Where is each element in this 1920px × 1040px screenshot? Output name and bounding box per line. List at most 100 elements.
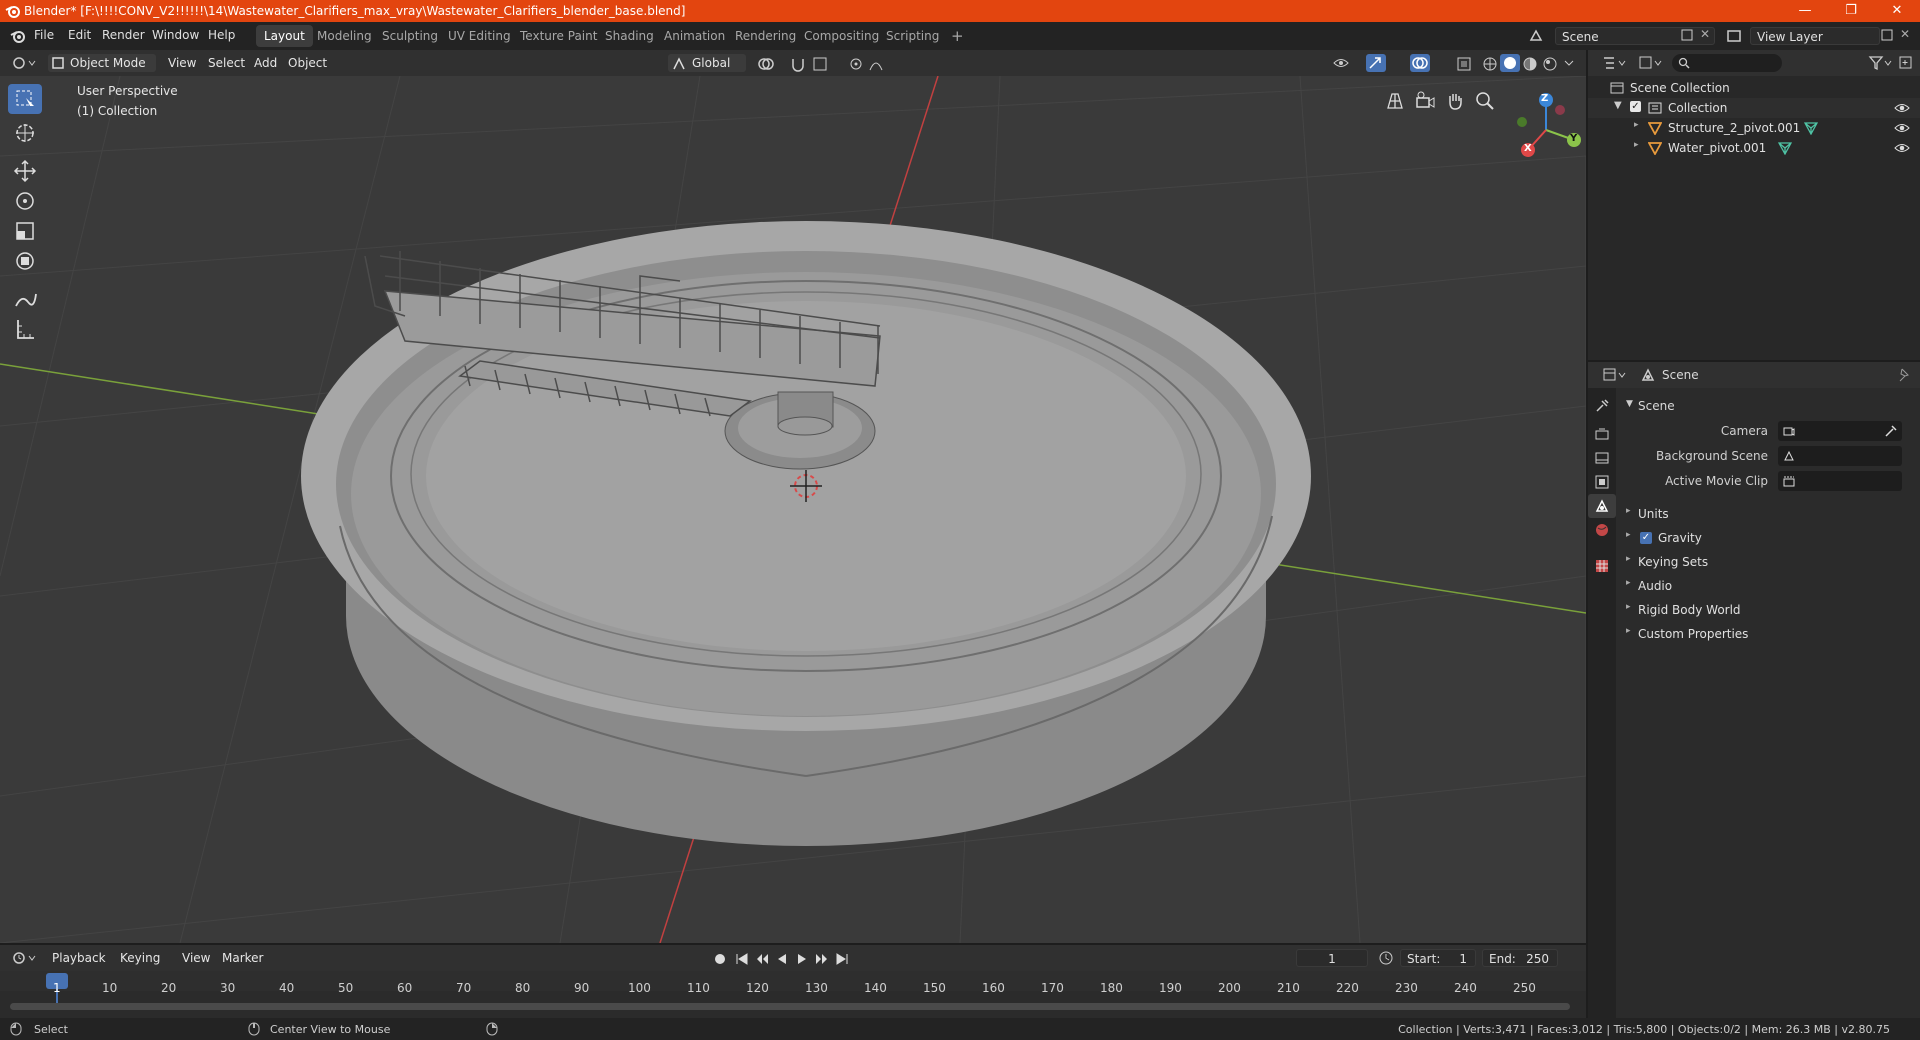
pan-view-icon[interactable] xyxy=(1444,90,1466,112)
audio-panel-header[interactable]: ▸ Audio xyxy=(1620,576,1916,596)
mesh-data-icon[interactable] xyxy=(1804,121,1818,135)
outliner-editor-icon[interactable] xyxy=(1602,55,1628,71)
start-frame-field[interactable]: Start: 1 xyxy=(1400,949,1476,967)
mode-dropdown[interactable]: Object Mode xyxy=(48,54,156,72)
tab-compositing[interactable]: Compositing xyxy=(796,25,887,47)
display-mode-icon[interactable] xyxy=(1638,55,1664,71)
scene-tab-button[interactable] xyxy=(1588,494,1616,518)
delete-view-layer-icon[interactable]: ✕ xyxy=(1900,27,1910,41)
menu-help[interactable]: Help xyxy=(208,28,235,42)
transform-tool[interactable] xyxy=(8,246,42,276)
render-tab-icon[interactable] xyxy=(1594,426,1610,442)
solid-shading-button[interactable] xyxy=(1500,54,1520,72)
play-reverse-icon[interactable] xyxy=(774,951,790,967)
keying-sets-panel-header[interactable]: ▸ Keying Sets xyxy=(1620,552,1916,572)
delete-scene-icon[interactable]: ✕ xyxy=(1700,27,1710,41)
menu-keying[interactable]: Keying xyxy=(120,949,160,967)
new-collection-icon[interactable] xyxy=(1898,55,1914,71)
scale-tool[interactable] xyxy=(8,216,42,246)
close-button[interactable]: ✕ xyxy=(1874,0,1920,22)
menu-timeline-view[interactable]: View xyxy=(182,949,210,967)
view-layer-tab-icon[interactable] xyxy=(1594,474,1610,490)
shading-options-icon[interactable] xyxy=(1564,58,1574,68)
texture-tab-icon[interactable] xyxy=(1594,558,1610,574)
tab-layout[interactable]: Layout xyxy=(256,25,313,47)
rendered-shading-icon[interactable] xyxy=(1542,56,1558,72)
overlays-toggle-button[interactable] xyxy=(1410,54,1430,72)
world-tab-icon[interactable] xyxy=(1594,522,1610,538)
custom-properties-panel-header[interactable]: ▸ Custom Properties xyxy=(1620,624,1916,644)
gizmo-toggle-button[interactable] xyxy=(1366,54,1386,72)
timeline-editor-icon[interactable] xyxy=(12,950,38,966)
eye-icon[interactable] xyxy=(1894,101,1910,115)
cursor-tool[interactable] xyxy=(8,118,42,148)
rotate-tool[interactable] xyxy=(8,186,42,216)
eye-icon[interactable] xyxy=(1894,141,1910,155)
view-layer-icon[interactable] xyxy=(1726,28,1742,44)
blender-menu-icon[interactable] xyxy=(10,28,26,44)
minimize-button[interactable]: — xyxy=(1782,0,1828,22)
outliner-row-collection[interactable]: ▼ ✓ Collection xyxy=(1588,98,1920,118)
timeline-scrollbar[interactable] xyxy=(10,1003,1570,1010)
prev-keyframe-icon[interactable] xyxy=(754,951,770,967)
maximize-button[interactable]: ❐ xyxy=(1828,0,1874,22)
output-tab-icon[interactable] xyxy=(1594,450,1610,466)
xray-icon[interactable] xyxy=(1456,56,1472,72)
end-frame-field[interactable]: End: 250 xyxy=(1482,949,1558,967)
proportional-edit-icon[interactable] xyxy=(848,56,864,72)
play-icon[interactable] xyxy=(794,951,810,967)
active-movie-clip-field[interactable] xyxy=(1778,471,1902,491)
menu-select[interactable]: Select xyxy=(208,54,245,72)
eyedropper-icon[interactable] xyxy=(1884,424,1898,438)
preview-range-icon[interactable] xyxy=(1378,950,1394,966)
units-panel-header[interactable]: ▸ Units xyxy=(1620,504,1916,524)
outliner-row-structure[interactable]: ▸ Structure_2_pivot.001 xyxy=(1588,118,1920,138)
wireframe-shading-icon[interactable] xyxy=(1482,56,1498,72)
zoom-view-icon[interactable] xyxy=(1474,90,1496,112)
tab-rendering[interactable]: Rendering xyxy=(727,25,804,47)
visibility-selectability-icon[interactable] xyxy=(1332,55,1360,71)
eye-icon[interactable] xyxy=(1894,121,1910,135)
tab-shading[interactable]: Shading xyxy=(597,25,662,47)
tab-texture-paint[interactable]: Texture Paint xyxy=(512,25,605,47)
editor-type-icon[interactable] xyxy=(12,55,36,71)
tab-modeling[interactable]: Modeling xyxy=(309,25,380,47)
current-frame-field[interactable]: 1 xyxy=(1296,949,1368,967)
menu-window[interactable]: Window xyxy=(152,28,199,42)
menu-add[interactable]: Add xyxy=(254,54,277,72)
camera-field[interactable] xyxy=(1778,421,1902,441)
outliner-row-water[interactable]: ▸ Water_pivot.001 xyxy=(1588,138,1920,158)
menu-playback[interactable]: Playback xyxy=(52,949,106,967)
tool-tab-icon[interactable] xyxy=(1594,398,1610,414)
tab-sculpting[interactable]: Sculpting xyxy=(374,25,446,47)
pin-icon[interactable] xyxy=(1896,367,1912,383)
expand-arrow-icon[interactable]: ▸ xyxy=(1634,140,1639,150)
menu-marker[interactable]: Marker xyxy=(222,949,263,967)
outliner-row-scene-collection[interactable]: Scene Collection xyxy=(1588,78,1920,98)
scene-section-header[interactable]: ▼ Scene xyxy=(1620,396,1916,418)
jump-start-icon[interactable] xyxy=(734,951,750,967)
view-layer-selector[interactable]: View Layer xyxy=(1750,27,1880,45)
camera-view-icon[interactable] xyxy=(1414,90,1436,112)
new-scene-icon[interactable] xyxy=(1680,28,1694,42)
snap-target-icon[interactable] xyxy=(812,56,842,72)
pivot-point-icon[interactable] xyxy=(756,56,782,72)
scene-icon[interactable] xyxy=(1528,28,1544,44)
tab-scripting[interactable]: Scripting xyxy=(878,25,947,47)
menu-object[interactable]: Object xyxy=(288,54,327,72)
menu-render[interactable]: Render xyxy=(102,28,145,42)
new-view-layer-icon[interactable] xyxy=(1880,28,1894,42)
tab-animation[interactable]: Animation xyxy=(656,25,733,47)
falloff-icon[interactable] xyxy=(868,56,896,72)
gravity-panel-header[interactable]: ▸ ✓ Gravity xyxy=(1620,528,1916,548)
measure-tool[interactable] xyxy=(8,314,42,344)
record-icon[interactable] xyxy=(712,951,728,967)
collection-checkbox[interactable]: ✓ xyxy=(1630,101,1641,112)
menu-file[interactable]: File xyxy=(34,28,54,42)
move-tool[interactable] xyxy=(8,156,42,186)
collapse-arrow-icon[interactable]: ▼ xyxy=(1614,100,1622,111)
rigid-body-world-panel-header[interactable]: ▸ Rigid Body World xyxy=(1620,600,1916,620)
material-shading-icon[interactable] xyxy=(1522,56,1538,72)
mesh-data-icon[interactable] xyxy=(1778,141,1792,155)
jump-end-icon[interactable] xyxy=(834,951,850,967)
